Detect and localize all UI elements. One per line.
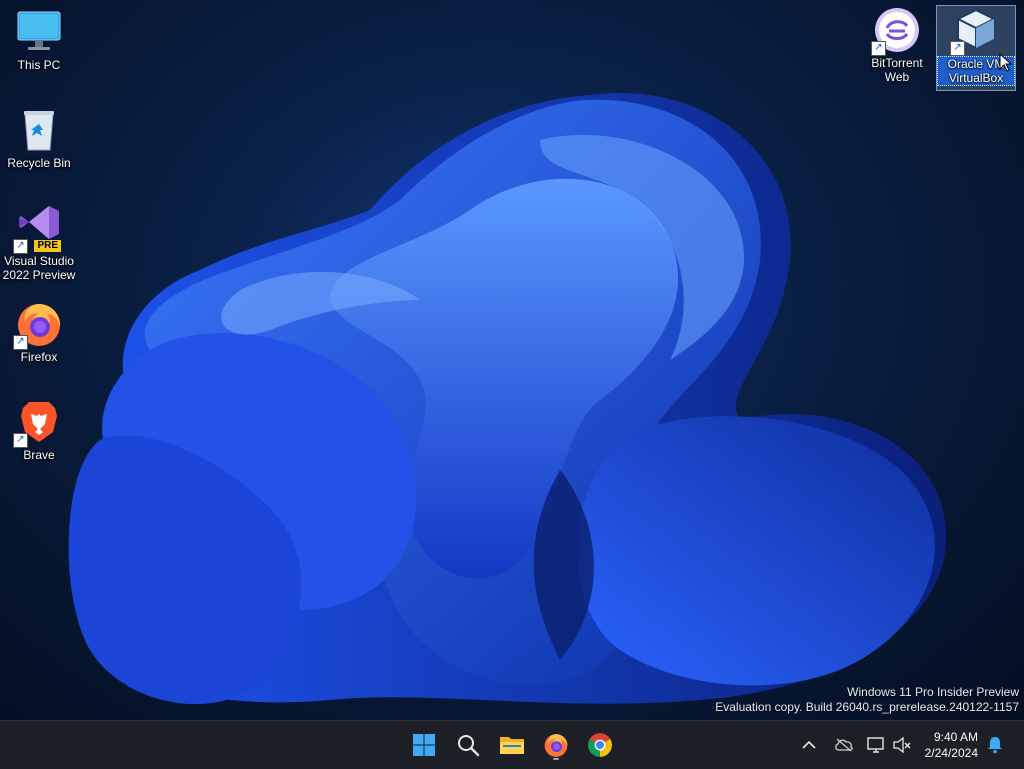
- volume-tray-button[interactable]: [892, 721, 914, 769]
- chrome-icon: [588, 733, 612, 757]
- preview-badge: PRE: [34, 240, 61, 252]
- show-hidden-icons-button[interactable]: [802, 721, 824, 769]
- desktop-icon-visual-studio[interactable]: PRE ↗ Visual Studio 2022 Preview: [0, 204, 78, 282]
- visual-studio-icon: PRE ↗: [13, 204, 63, 254]
- bloom-wallpaper-art: [68, 92, 947, 705]
- brave-icon: ↗: [13, 398, 63, 448]
- desktop-icon-this-pc[interactable]: This PC: [0, 8, 78, 72]
- taskbar-clock[interactable]: 9:40 AM 2/24/2024: [925, 729, 978, 761]
- desktop-icon-brave[interactable]: ↗ Brave: [0, 398, 78, 462]
- desktop-icon-label: Recycle Bin: [7, 156, 71, 170]
- recycle-bin-icon: [15, 106, 63, 154]
- clock-time: 9:40 AM: [933, 730, 978, 744]
- desktop-icon-label: This PC: [17, 58, 61, 72]
- onedrive-tray-button[interactable]: [834, 721, 856, 769]
- bittorrent-icon: ↗: [871, 6, 921, 56]
- taskbar: 9:40 AM 2/24/2024: [0, 720, 1024, 769]
- monitor-icon: [15, 8, 63, 56]
- desktop-wallpaper[interactable]: [0, 0, 1024, 720]
- desktop-icon-label: Firefox: [20, 350, 58, 364]
- shortcut-arrow-icon: ↗: [871, 41, 886, 56]
- notification-bell-icon: [988, 737, 1002, 754]
- file-explorer-icon: [500, 737, 524, 754]
- shortcut-arrow-icon: ↗: [950, 41, 965, 56]
- desktop-icon-virtualbox[interactable]: ↗ Oracle VM VirtualBox: [936, 5, 1016, 91]
- firefox-icon: [544, 734, 568, 757]
- notification-center-button[interactable]: [986, 721, 1008, 769]
- watermark-line-1: Windows 11 Pro Insider Preview: [847, 685, 1019, 699]
- running-indicator: [553, 758, 559, 760]
- shortcut-arrow-icon: ↗: [13, 335, 28, 350]
- desktop-icon-label: Visual Studio 2022 Preview: [2, 254, 76, 282]
- volume-muted-icon: [893, 736, 911, 754]
- firefox-icon: ↗: [13, 300, 63, 350]
- firefox-taskbar-button[interactable]: [538, 727, 574, 763]
- search-icon: [458, 735, 480, 757]
- chrome-taskbar-button[interactable]: [582, 727, 618, 763]
- watermark-line-2: Evaluation copy. Build 26040.rs_prerelea…: [715, 700, 1019, 714]
- desktop-icon-label: Brave: [23, 448, 55, 462]
- shortcut-arrow-icon: ↗: [13, 239, 28, 254]
- onedrive-icon: [835, 738, 853, 752]
- desktop-icon-bittorrent-web[interactable]: ↗ BitTorrent Web: [858, 6, 936, 84]
- desktop-icon-firefox[interactable]: ↗ Firefox: [0, 300, 78, 364]
- chevron-up-icon: [802, 740, 816, 749]
- start-icon: [413, 734, 435, 756]
- desktop-icon-recycle-bin[interactable]: Recycle Bin: [0, 106, 78, 170]
- start-button[interactable]: [406, 727, 442, 763]
- network-icon: [867, 737, 884, 753]
- mouse-cursor-icon: [999, 53, 1013, 72]
- desktop-icon-label: BitTorrent Web: [871, 56, 923, 84]
- virtualbox-icon: ↗: [950, 6, 1000, 56]
- network-tray-button[interactable]: [866, 721, 888, 769]
- evaluation-watermark: Windows 11 Pro Insider Preview Evaluatio…: [715, 685, 1019, 715]
- search-button[interactable]: [450, 727, 486, 763]
- shortcut-arrow-icon: ↗: [13, 433, 28, 448]
- clock-date: 2/24/2024: [924, 746, 978, 760]
- file-explorer-button[interactable]: [494, 727, 530, 763]
